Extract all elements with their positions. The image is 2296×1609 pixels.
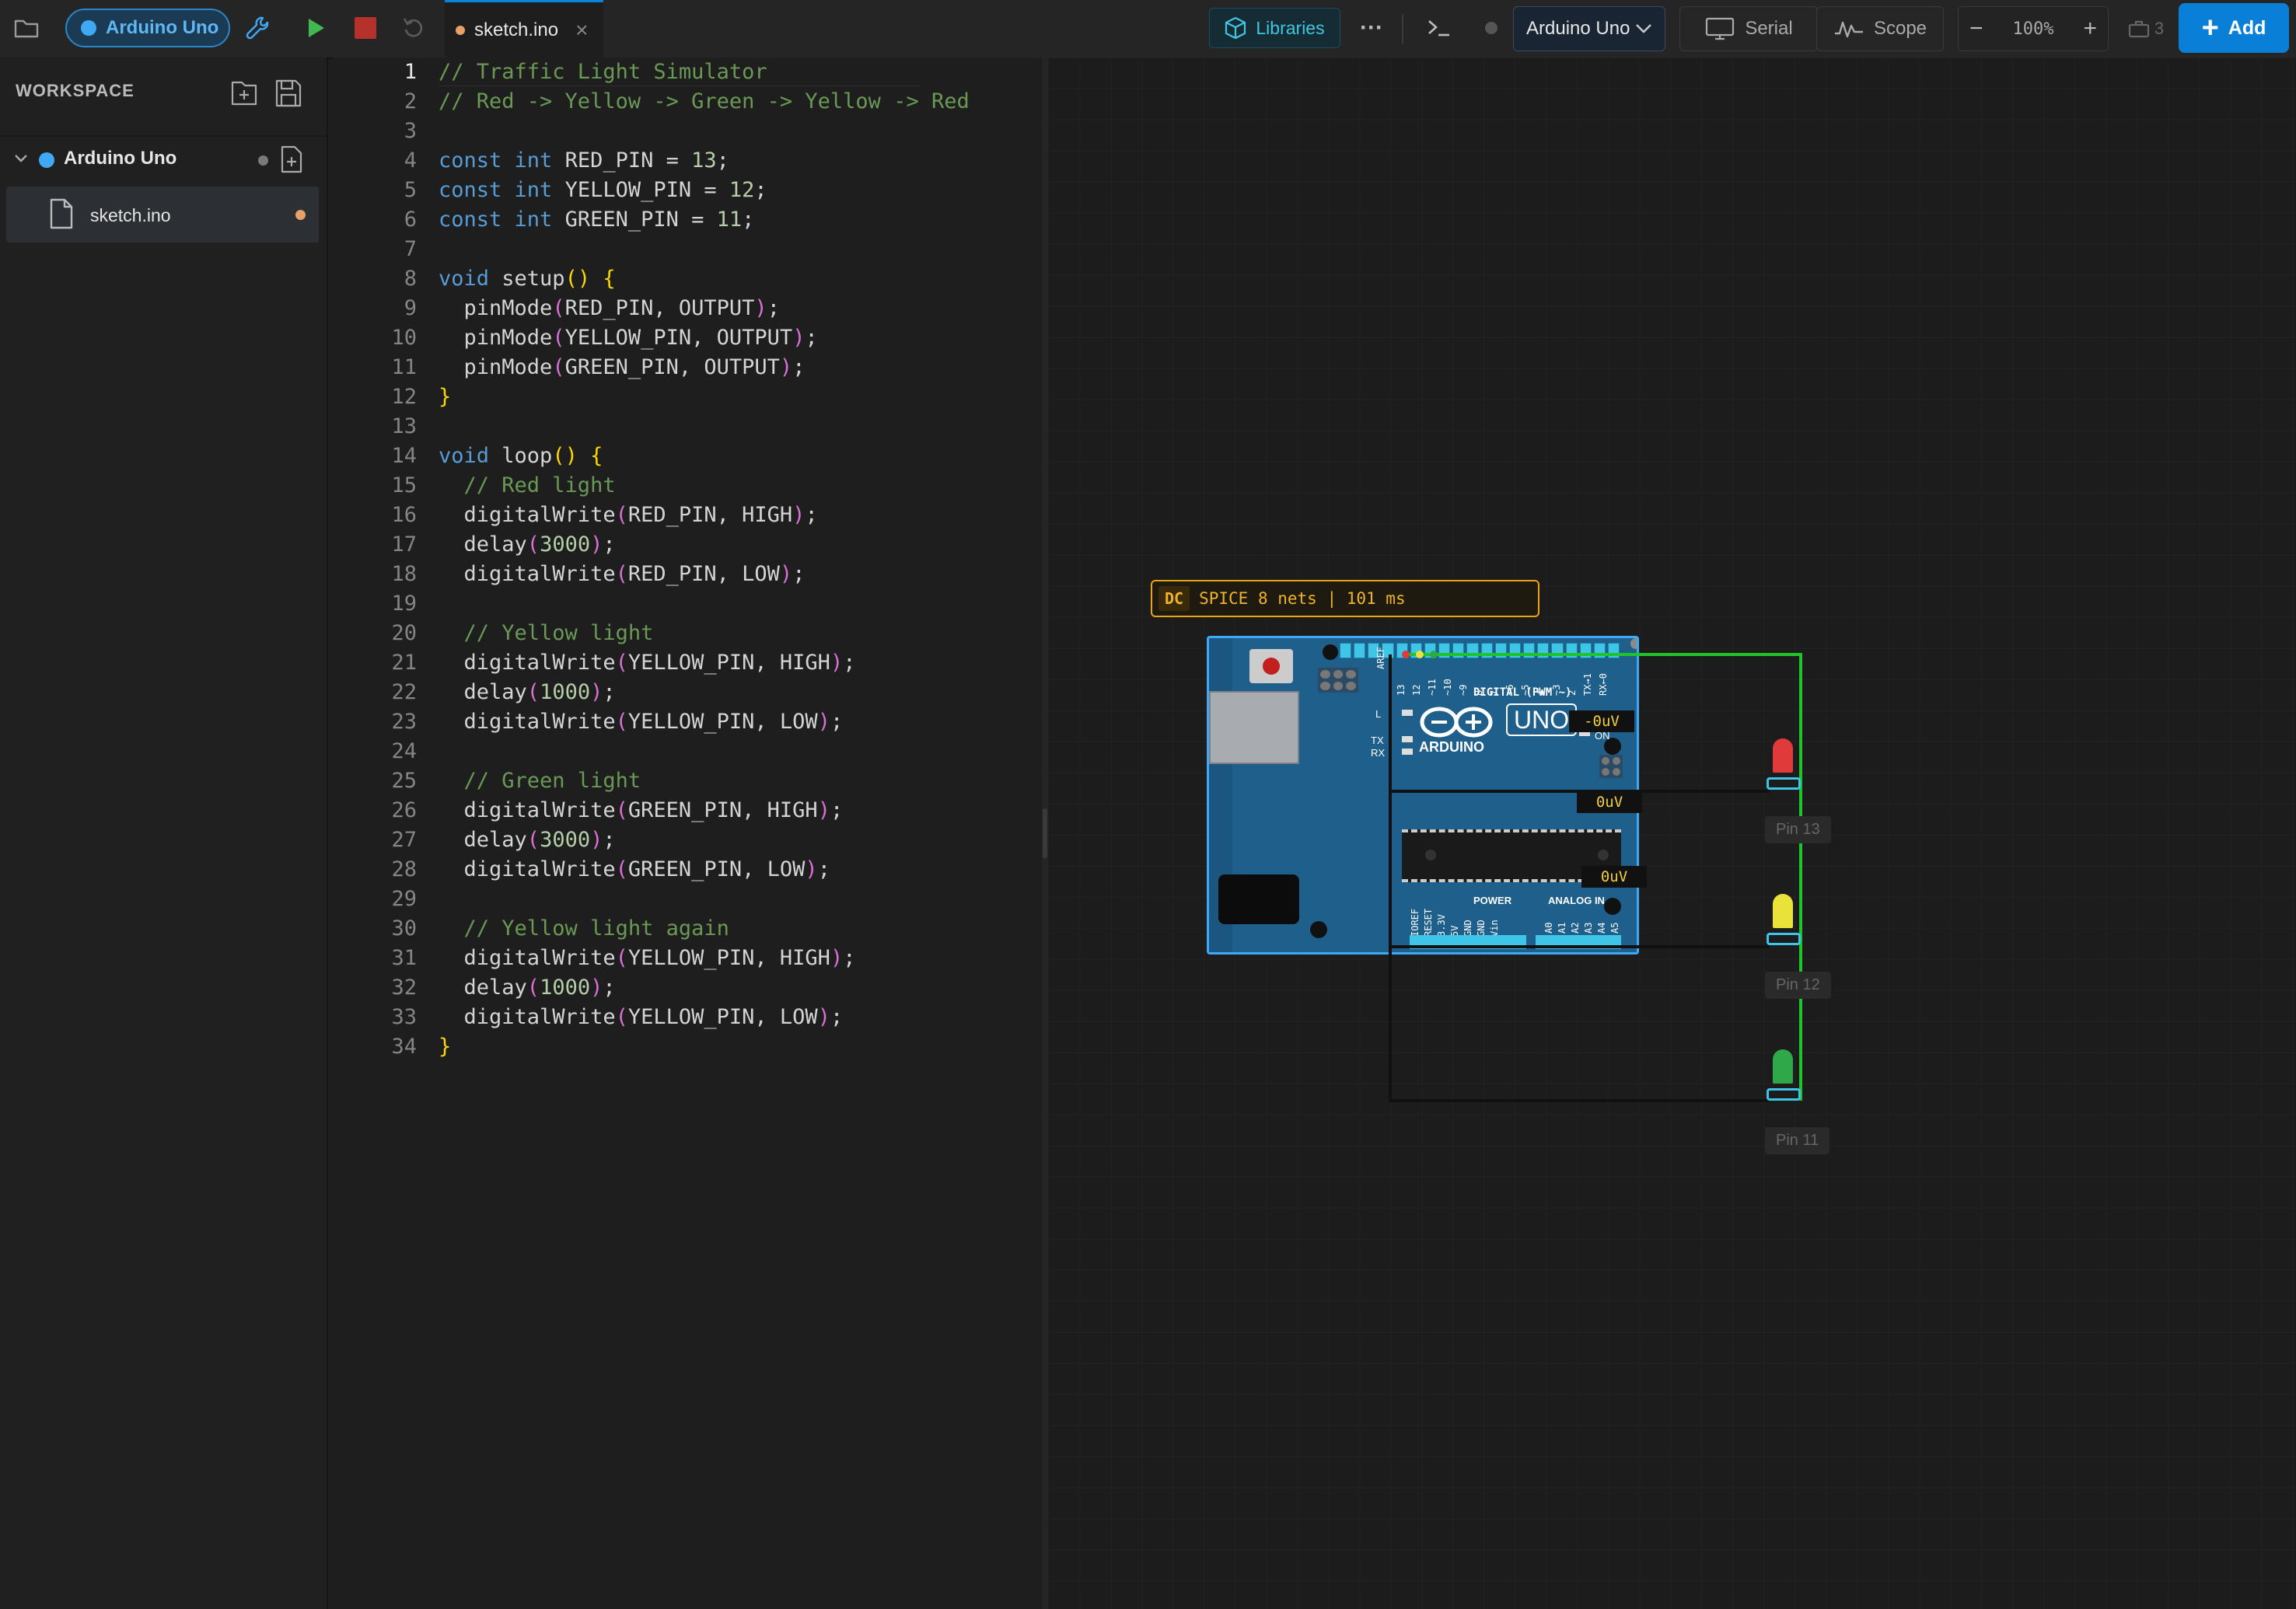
code-line[interactable]: // Red light bbox=[439, 471, 616, 501]
briefcase-icon bbox=[2128, 19, 2150, 38]
board-chip-label: Arduino Uno bbox=[106, 17, 219, 38]
board-chip[interactable]: Arduino Uno bbox=[65, 9, 230, 47]
folder-icon[interactable] bbox=[11, 14, 42, 42]
zoom-control: − 100% + bbox=[1958, 6, 2109, 51]
file-row[interactable]: sketch.ino bbox=[6, 187, 319, 243]
code-line[interactable]: digitalWrite(GREEN_PIN, LOW); bbox=[439, 855, 830, 885]
tab-label: sketch.ino bbox=[474, 19, 559, 40]
plus-icon: + bbox=[2201, 12, 2219, 44]
close-icon[interactable]: × bbox=[575, 18, 588, 43]
zoom-level: 100% bbox=[2012, 19, 2054, 39]
chevron-down-icon bbox=[1635, 23, 1652, 34]
code-line[interactable]: pinMode(RED_PIN, OUTPUT); bbox=[439, 294, 780, 323]
component-count[interactable]: 3 bbox=[2121, 14, 2171, 44]
unsaved-dot bbox=[456, 25, 465, 35]
code-line[interactable]: // Red -> Yellow -> Green -> Yellow -> R… bbox=[439, 87, 970, 117]
code-line[interactable]: delay(1000); bbox=[439, 678, 616, 707]
code-line[interactable]: digitalWrite(GREEN_PIN, HIGH); bbox=[439, 796, 844, 825]
add-button[interactable]: + Add bbox=[2179, 3, 2289, 53]
board-select[interactable]: Arduino Uno bbox=[1513, 6, 1665, 51]
led-leg bbox=[1767, 1088, 1801, 1101]
new-file-icon[interactable] bbox=[229, 78, 260, 112]
monitor-icon bbox=[1704, 16, 1735, 41]
code-line[interactable]: void setup() { bbox=[439, 264, 616, 294]
signal-wire bbox=[1406, 653, 1802, 1101]
splitter-grip[interactable] bbox=[1043, 808, 1047, 858]
code-line[interactable]: digitalWrite(YELLOW_PIN, HIGH); bbox=[439, 944, 856, 973]
run-icon[interactable] bbox=[300, 12, 331, 44]
reset-icon[interactable] bbox=[398, 12, 429, 44]
led-label: Pin 13 bbox=[1765, 816, 1831, 843]
code-line[interactable]: delay(1000); bbox=[439, 973, 616, 1003]
project-name: Arduino Uno bbox=[64, 148, 177, 169]
led-label: Pin 12 bbox=[1765, 972, 1831, 999]
led-pin-11[interactable] bbox=[1765, 1049, 1804, 1112]
led-body bbox=[1773, 1049, 1793, 1084]
wrench-icon[interactable] bbox=[241, 12, 274, 44]
stop-icon[interactable] bbox=[350, 12, 381, 44]
signal-wire bbox=[1406, 653, 1802, 947]
code-line[interactable]: // Yellow light bbox=[439, 619, 654, 648]
led-leg bbox=[1767, 777, 1801, 790]
code-line[interactable]: digitalWrite(YELLOW_PIN, LOW); bbox=[439, 707, 844, 737]
project-row[interactable]: Arduino Uno bbox=[6, 138, 319, 180]
code-editor[interactable]: 1 2 3 4 5 6 7 8 9 10 11 12 13 14 15 16 17 18 19 20 21 22 23 24 2… bbox=[333, 58, 1042, 1609]
code-line[interactable]: // Green light bbox=[439, 766, 641, 796]
scope-button[interactable]: Scope bbox=[1816, 6, 1944, 51]
zoom-out-button[interactable]: − bbox=[1969, 16, 1983, 42]
led-pin-13[interactable] bbox=[1765, 738, 1804, 801]
save-icon[interactable] bbox=[274, 78, 305, 112]
code-line[interactable]: } bbox=[439, 1032, 451, 1062]
waveform-icon bbox=[1833, 18, 1864, 40]
more-options-icon[interactable]: ··· bbox=[1354, 9, 1389, 47]
led-pin-12[interactable] bbox=[1765, 894, 1804, 956]
code-line[interactable]: // Traffic Light Simulator bbox=[439, 58, 767, 87]
connection-status-dot bbox=[1485, 22, 1497, 34]
code-line[interactable]: delay(3000); bbox=[439, 825, 616, 855]
code-line[interactable]: // Yellow light again bbox=[439, 914, 729, 944]
led-body bbox=[1773, 894, 1793, 928]
tab-sketch[interactable]: sketch.ino × bbox=[445, 0, 603, 58]
code-line[interactable]: pinMode(YELLOW_PIN, OUTPUT); bbox=[439, 323, 818, 353]
code-line[interactable]: } bbox=[439, 382, 451, 412]
board-status-dot bbox=[81, 20, 96, 36]
file-icon bbox=[48, 197, 75, 230]
circuit-canvas[interactable]: DC SPICE 8 nets | 101 ms AREF 13 12 ~11 ~10… bbox=[1048, 58, 2296, 1609]
code-line[interactable]: delay(3000); bbox=[439, 530, 616, 560]
serial-button[interactable]: Serial bbox=[1679, 6, 1818, 51]
board-dot bbox=[39, 152, 54, 168]
code-line[interactable]: digitalWrite(RED_PIN, HIGH); bbox=[439, 501, 818, 530]
code-line[interactable]: const int RED_PIN = 13; bbox=[439, 146, 729, 176]
terminal-icon[interactable] bbox=[1420, 12, 1459, 44]
libraries-button[interactable]: Libraries bbox=[1209, 8, 1340, 48]
cube-icon bbox=[1225, 16, 1246, 40]
code-line[interactable]: digitalWrite(YELLOW_PIN, LOW); bbox=[439, 1003, 844, 1032]
code-line[interactable]: digitalWrite(RED_PIN, LOW); bbox=[439, 560, 806, 589]
led-body bbox=[1773, 738, 1793, 773]
wires bbox=[1389, 651, 1802, 1102]
led-label: Pin 11 bbox=[1765, 1127, 1830, 1154]
code-line[interactable]: void loop() { bbox=[439, 442, 603, 471]
workspace-sidebar: WORKSPACE Arduino Uno sketch.ino bbox=[0, 58, 328, 1609]
code-line[interactable]: pinMode(GREEN_PIN, OUTPUT); bbox=[439, 353, 806, 382]
chevron-down-icon bbox=[14, 154, 28, 163]
top-toolbar: Arduino Uno sketch.ino × Libraries ··· A… bbox=[0, 0, 2296, 59]
status-dot bbox=[258, 155, 268, 166]
code-line[interactable]: digitalWrite(YELLOW_PIN, HIGH); bbox=[439, 648, 856, 678]
workspace-header: WORKSPACE bbox=[16, 81, 135, 100]
file-name: sketch.ino bbox=[90, 205, 171, 225]
divider bbox=[1402, 14, 1403, 44]
code-line[interactable]: const int YELLOW_PIN = 12; bbox=[439, 176, 767, 205]
separator bbox=[0, 135, 327, 137]
gnd-wire bbox=[1389, 654, 1770, 1102]
code-line[interactable]: const int GREEN_PIN = 11; bbox=[439, 205, 754, 235]
code-area[interactable]: // Traffic Light Simulator// Red -> Yell… bbox=[333, 58, 1042, 1609]
signal-wire bbox=[1406, 653, 1802, 791]
unsaved-dot bbox=[295, 210, 306, 220]
led-leg bbox=[1767, 933, 1801, 945]
add-file-icon[interactable] bbox=[278, 145, 305, 174]
zoom-in-button[interactable]: + bbox=[2083, 16, 2097, 42]
